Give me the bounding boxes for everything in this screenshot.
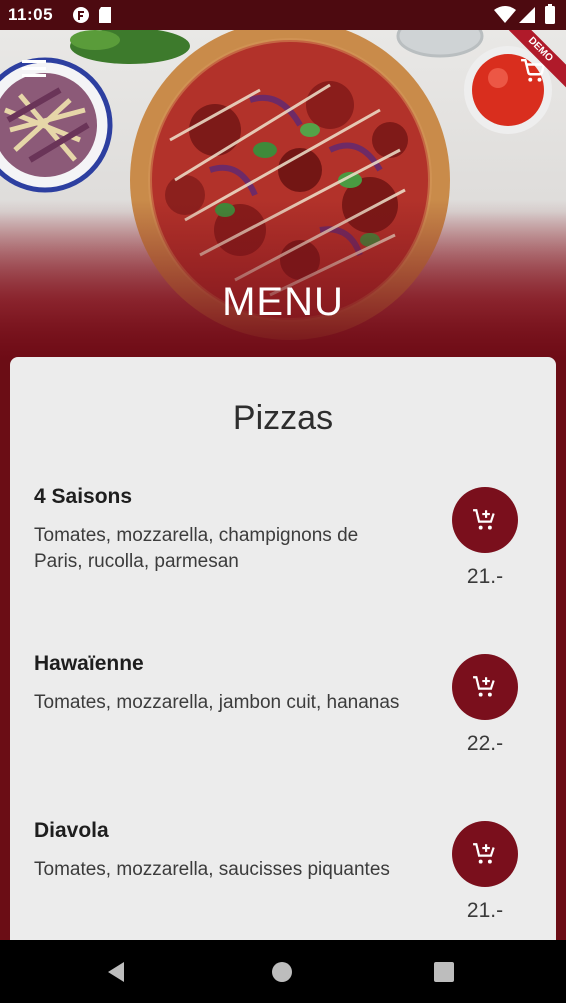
- menu-item: Diavola Tomates, mozzarella, saucisses p…: [10, 819, 556, 957]
- item-description: Tomates, mozzarella, champignons de Pari…: [34, 525, 359, 572]
- status-time: 11:05: [8, 5, 54, 24]
- sd-card-icon: [98, 6, 112, 29]
- menu-card: Pizzas 4 Saisons Tomates, mozzarella, ch…: [10, 357, 556, 957]
- battery-icon: [544, 4, 556, 29]
- add-to-cart-icon: [473, 676, 495, 697]
- item-price: 21.-: [466, 565, 504, 588]
- add-to-cart-icon: [473, 843, 495, 864]
- home-button[interactable]: [242, 940, 322, 1003]
- add-to-cart-icon: [473, 509, 495, 530]
- item-description: Tomates, mozzarella, jambon cuit, hanana…: [34, 692, 400, 713]
- wifi-icon: [494, 6, 516, 29]
- add-to-cart-button[interactable]: [452, 654, 518, 720]
- page-title: MENU: [222, 280, 344, 324]
- recents-icon: [434, 961, 454, 982]
- item-name: Diavola: [34, 819, 109, 842]
- item-price: 21.-: [466, 899, 504, 922]
- add-to-cart-button[interactable]: [452, 821, 518, 887]
- item-name: Hawaïenne: [34, 652, 144, 675]
- menu-item: Hawaïenne Tomates, mozzarella, jambon cu…: [10, 652, 556, 812]
- item-description: Tomates, mozzarella, saucisses piquantes: [34, 859, 390, 880]
- add-to-cart-button[interactable]: [452, 487, 518, 553]
- status-bar: 11:05: [0, 0, 566, 30]
- back-button[interactable]: [76, 940, 156, 1003]
- hero-banner: MENU DEMO: [0, 30, 566, 360]
- section-title: Pizzas: [232, 399, 334, 437]
- home-icon: [272, 961, 292, 982]
- hamburger-icon[interactable]: [22, 58, 46, 83]
- item-price: 22.-: [466, 732, 504, 755]
- system-nav-bar: [0, 940, 566, 1003]
- signal-icon: [518, 6, 536, 29]
- back-icon: [108, 961, 124, 982]
- menu-item: 4 Saisons Tomates, mozzarella, champigno…: [10, 485, 556, 645]
- item-name: 4 Saisons: [34, 485, 133, 508]
- recents-button[interactable]: [404, 940, 484, 1003]
- notification-icon: [72, 6, 90, 29]
